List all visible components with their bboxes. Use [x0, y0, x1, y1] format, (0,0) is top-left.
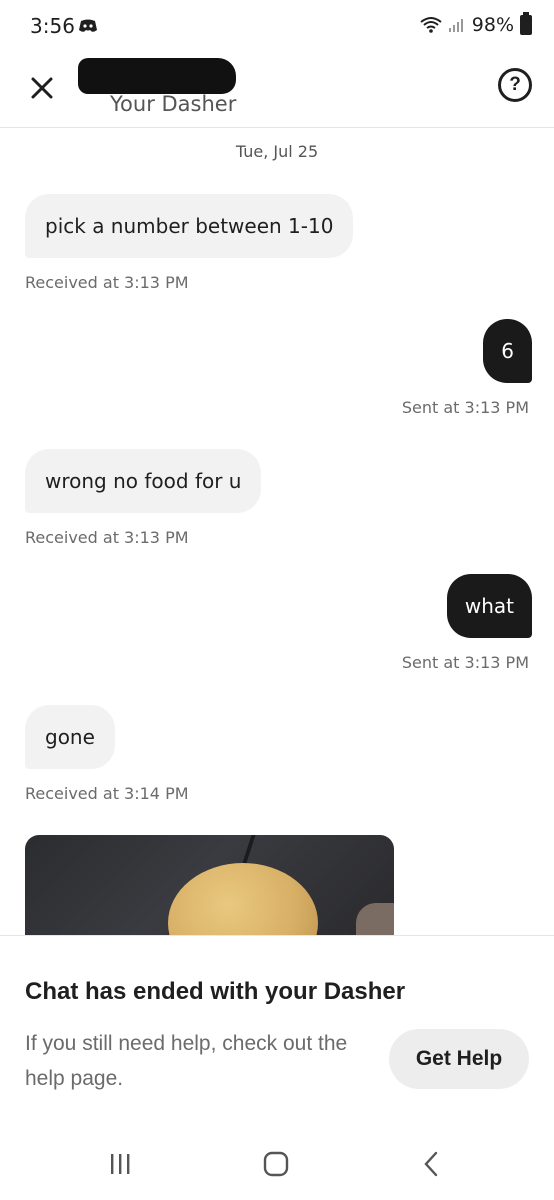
message-meta: Received at 3:14 PM: [25, 784, 189, 803]
home-button[interactable]: [256, 1149, 296, 1179]
signal-icon: [448, 19, 463, 32]
help-icon: ?: [509, 74, 521, 95]
get-help-button[interactable]: Get Help: [389, 1029, 529, 1089]
message-meta: Received at 3:13 PM: [25, 528, 189, 547]
message-bubble-incoming: gone: [25, 705, 115, 769]
status-time: 3:56: [30, 14, 75, 38]
back-button[interactable]: [412, 1149, 452, 1179]
help-button[interactable]: ?: [498, 68, 532, 102]
chat-ended-text: If you still need help, check out the he…: [25, 1032, 348, 1090]
back-icon: [424, 1151, 438, 1177]
recent-apps-button[interactable]: [100, 1149, 140, 1179]
photo-hand: [356, 903, 394, 937]
redacted-name: [78, 58, 236, 94]
header-subtitle: Your Dasher: [110, 92, 237, 116]
chat-ended-panel: Chat has ended with your Dasher If you s…: [0, 935, 554, 1135]
close-icon: [31, 77, 53, 99]
photo-cookie: [168, 863, 318, 937]
message-bubble-incoming: pick a number between 1-10: [25, 194, 354, 258]
home-icon: [263, 1151, 289, 1177]
status-indicators: 98%: [420, 12, 532, 36]
chat-header: Your Dasher ?: [0, 56, 554, 128]
chat-date: Tue, Jul 25: [235, 142, 319, 161]
message-bubble-outgoing: what: [446, 574, 532, 638]
wifi-icon: [420, 17, 442, 33]
battery-icon: [520, 12, 532, 35]
message-meta: Sent at 3:13 PM: [401, 653, 529, 672]
battery-percent: 98%: [471, 14, 514, 36]
message-bubble-incoming: wrong no food for u: [25, 449, 262, 513]
discord-icon: [79, 19, 97, 32]
message-bubble-outgoing: 6: [483, 319, 532, 383]
recent-apps-icon: [111, 1154, 130, 1174]
chat-ended-title: Chat has ended with your Dasher: [25, 978, 406, 1005]
system-nav-bar: [0, 1135, 554, 1200]
message-meta: Received at 3:13 PM: [25, 273, 189, 292]
message-meta: Sent at 3:13 PM: [401, 398, 529, 417]
status-bar: 3:56 98%: [0, 0, 554, 56]
message-photo[interactable]: [25, 835, 394, 937]
close-button[interactable]: [24, 70, 60, 106]
